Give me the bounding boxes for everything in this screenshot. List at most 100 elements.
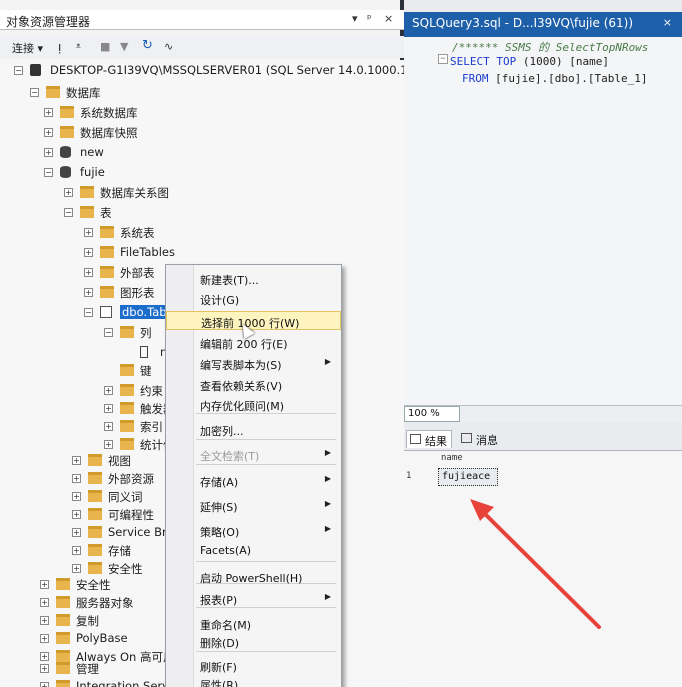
collapse-icon[interactable]: −	[104, 328, 113, 337]
menu-item[interactable]: 存储(A) ▶	[166, 471, 341, 490]
collapse-icon[interactable]: −	[44, 168, 53, 177]
menu-item[interactable]: 删除(D)	[166, 632, 341, 651]
menu-item-label: 设计(G)	[200, 294, 240, 307]
menu-item[interactable]: 加密列...	[166, 420, 341, 439]
folder-icon	[56, 662, 70, 674]
expand-icon[interactable]: +	[84, 288, 93, 297]
expand-icon[interactable]: +	[40, 634, 49, 643]
refresh-icon[interactable]: ↻	[142, 38, 153, 53]
menu-item-label: 查看依赖关系(V)	[200, 380, 283, 393]
expand-icon[interactable]: +	[72, 546, 81, 555]
expand-icon[interactable]: +	[72, 456, 81, 465]
expand-icon[interactable]: +	[84, 268, 93, 277]
context-menu: 新建表(T)... 设计(G) 选择前 1000 行(W) 编辑前 200 行(E) 编…	[165, 264, 342, 687]
sql-editor[interactable]: /****** SSMS 的 SelectTopNRows − SELECT T…	[404, 37, 682, 405]
tree-node-label: 索引	[140, 420, 163, 434]
results-tabs: 结果 消息	[404, 428, 682, 450]
menu-item[interactable]: 编写表脚本为(S) ▶	[166, 354, 341, 373]
expand-icon[interactable]: +	[72, 474, 81, 483]
expand-icon[interactable]: +	[72, 564, 81, 573]
folder-icon	[120, 438, 134, 450]
close-tab-icon[interactable]: ×	[663, 16, 672, 29]
expand-icon[interactable]: +	[84, 228, 93, 237]
menu-item[interactable]: 刷新(F)	[166, 656, 341, 675]
menu-item[interactable]: 重命名(M)	[166, 614, 341, 633]
tree-node-label: 表	[100, 206, 112, 220]
menu-item[interactable]: 新建表(T)...	[166, 269, 341, 288]
menu-item[interactable]: 内存优化顾问(M)	[166, 395, 341, 414]
dropdown-icon[interactable]: ▾	[352, 12, 358, 25]
filter-icon[interactable]: ▼	[120, 40, 128, 53]
expand-icon[interactable]: +	[40, 652, 49, 661]
collapse-icon[interactable]: −	[14, 66, 23, 75]
code-comment: /****** SSMS 的 SelectTopNRows	[452, 41, 649, 54]
tree-node-label: 外部表	[120, 266, 155, 280]
menu-item[interactable]: 属性(R)	[166, 674, 341, 687]
tree-node-label: 列	[140, 326, 152, 340]
disconnect-icon[interactable]: ᵜ	[76, 40, 81, 54]
expand-icon[interactable]: +	[44, 128, 53, 137]
collapse-icon[interactable]: −	[30, 88, 39, 97]
tree-node-label: 数据库	[66, 86, 101, 100]
stop-icon[interactable]: ■	[100, 40, 110, 53]
expand-icon[interactable]: +	[104, 404, 113, 413]
menu-item[interactable]: 报表(P) ▶	[166, 589, 341, 608]
submenu-arrow-icon: ▶	[324, 448, 331, 457]
activity-monitor-icon[interactable]: ∿	[164, 40, 173, 53]
zoom-select[interactable]: 100 %	[404, 406, 460, 422]
close-icon[interactable]: ×	[384, 12, 393, 25]
menu-item[interactable]: Facets(A)	[166, 541, 341, 560]
tab-messages[interactable]: 消息	[458, 430, 502, 448]
folder-icon	[56, 632, 70, 644]
query-tab-title: SQLQuery3.sql - D...I39VQ\fujie (61))	[412, 16, 634, 30]
expand-icon[interactable]: +	[44, 108, 53, 117]
menu-item[interactable]: 编辑前 200 行(E)	[166, 333, 341, 352]
menu-item[interactable]: 延伸(S) ▶	[166, 496, 341, 515]
folder-icon	[120, 402, 134, 414]
expand-icon[interactable]: +	[40, 598, 49, 607]
expand-icon[interactable]: +	[64, 188, 73, 197]
query-tab[interactable]: SQLQuery3.sql - D...I39VQ\fujie (61)) ×	[404, 12, 682, 34]
menu-item-label: 存储(A)	[200, 476, 239, 489]
tree-node-label: 图形表	[120, 286, 155, 300]
folder-icon	[100, 286, 114, 298]
expand-icon[interactable]: +	[40, 580, 49, 589]
tab-results-label: 结果	[425, 435, 447, 448]
menu-item-label: 策略(O)	[200, 526, 240, 539]
expand-icon[interactable]: +	[40, 616, 49, 625]
menu-item[interactable]: 策略(O) ▶	[166, 521, 341, 540]
expand-icon[interactable]: +	[40, 682, 49, 687]
collapse-icon[interactable]: −	[438, 54, 448, 64]
connect-plug-icon[interactable]: ᴉ	[58, 40, 61, 54]
folder-icon	[88, 454, 102, 466]
menu-item-label: 新建表(T)...	[200, 274, 259, 287]
expand-icon[interactable]: +	[72, 510, 81, 519]
menu-separator	[196, 439, 336, 440]
expand-icon[interactable]: +	[84, 248, 93, 257]
expand-icon[interactable]: +	[44, 148, 53, 157]
expand-icon[interactable]: +	[72, 528, 81, 537]
code-line-from: FROM [fujie].[dbo].[Table_1]	[462, 72, 648, 85]
tree-node-label: 外部资源	[108, 472, 154, 486]
menu-item-label: 全文检索(T)	[200, 450, 260, 463]
pin-icon[interactable]: ᵖ	[367, 12, 372, 25]
expand-icon[interactable]: +	[72, 492, 81, 501]
expand-icon[interactable]: +	[40, 664, 49, 673]
tree-node-label: 同义词	[108, 490, 143, 504]
connect-button[interactable]: 连接 ▾	[12, 40, 43, 56]
menu-item[interactable]: 启动 PowerShell(H)	[166, 567, 341, 586]
code-line-select: SELECT TOP (1000) [name]	[450, 55, 609, 68]
expand-icon[interactable]: +	[104, 386, 113, 395]
expand-icon[interactable]: +	[104, 440, 113, 449]
collapse-icon[interactable]: −	[64, 208, 73, 217]
tree-node-label: 可编程性	[108, 508, 154, 522]
menu-item[interactable]: 设计(G)	[166, 289, 341, 308]
folder-icon	[100, 266, 114, 278]
menu-item[interactable]: 选择前 1000 行(W)	[166, 311, 341, 330]
expand-icon[interactable]: +	[104, 422, 113, 431]
collapse-icon[interactable]: −	[84, 308, 93, 317]
menu-item[interactable]: 查看依赖关系(V)	[166, 375, 341, 394]
zoom-bar: 100 %	[404, 405, 682, 422]
folder-icon	[88, 472, 102, 484]
tab-results[interactable]: 结果	[406, 430, 452, 448]
